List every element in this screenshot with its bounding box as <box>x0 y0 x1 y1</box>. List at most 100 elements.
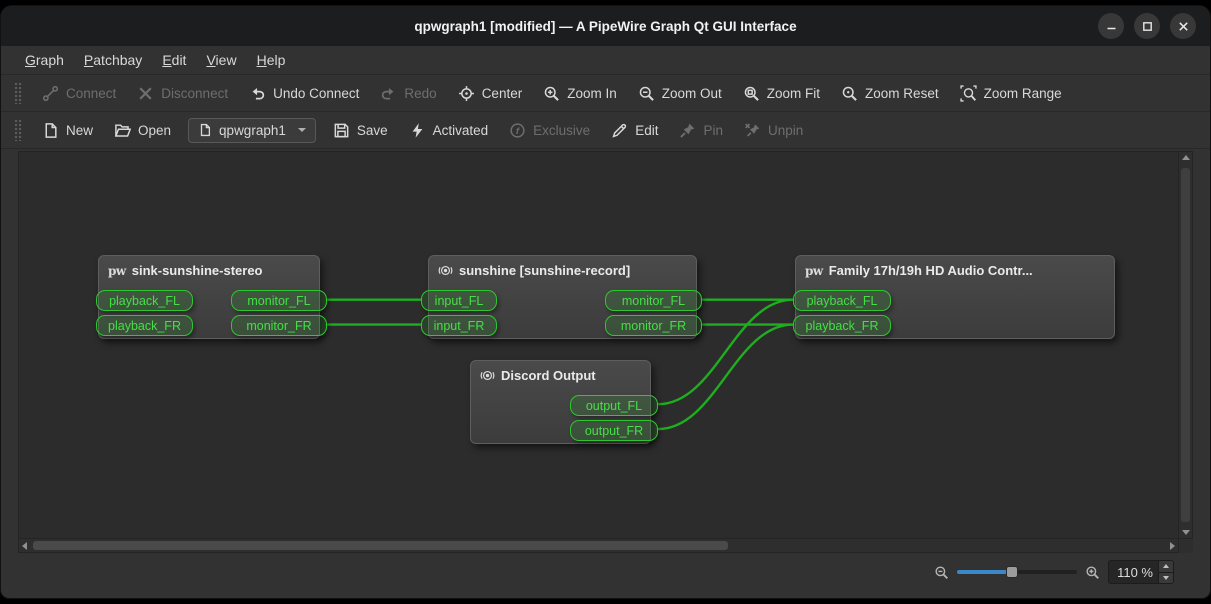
window-title: qpwgraph1 [modified] — A PipeWire Graph … <box>414 19 796 34</box>
pin-label: Pin <box>703 123 723 138</box>
zoom-in-button[interactable]: Zoom In <box>534 80 626 107</box>
save-button[interactable]: Save <box>324 117 397 144</box>
save-icon <box>333 122 350 139</box>
menu-help[interactable]: Help <box>247 48 296 72</box>
scroll-down-arrow-icon[interactable] <box>1182 530 1190 535</box>
port-family-playback-fr[interactable]: playback_FR <box>793 315 891 336</box>
main-content: pw sink-sunshine-stereo sunshine [sunshi… <box>1 149 1210 554</box>
zoom-slider-handle[interactable] <box>1006 566 1018 578</box>
connections-layer <box>19 152 1178 538</box>
pin-icon <box>679 122 696 139</box>
node-title: sunshine [sunshine-record] <box>459 263 630 278</box>
zoom-reset-label: Zoom Reset <box>865 86 939 101</box>
zoom-spin-down-button[interactable] <box>1159 572 1173 584</box>
menu-view[interactable]: View <box>196 48 246 72</box>
node-title: Discord Output <box>501 368 596 383</box>
toolbar-drag-handle[interactable] <box>14 119 23 141</box>
disconnect-icon <box>137 85 154 102</box>
pipewire-icon: pw <box>108 265 126 277</box>
window-minimize-icon <box>1106 21 1117 32</box>
connection-discord-fr-to-family-fr[interactable] <box>658 325 793 429</box>
zoom-range-button[interactable]: Zoom Range <box>951 80 1071 107</box>
open-button[interactable]: Open <box>105 117 180 144</box>
zoom-spin-up-button[interactable] <box>1159 561 1173 572</box>
zoom-in-small-icon <box>1085 565 1100 580</box>
zoom-out-button[interactable]: Zoom Out <box>629 80 731 107</box>
port-sunshine-input-fr[interactable]: input_FR <box>421 315 497 336</box>
redo-label: Redo <box>404 86 436 101</box>
edit-button[interactable]: Edit <box>602 117 667 144</box>
pin-button[interactable]: Pin <box>670 117 732 144</box>
scroll-left-arrow-icon[interactable] <box>22 542 27 550</box>
zoom-spinbox[interactable]: 110 % <box>1108 560 1174 584</box>
svg-text:f: f <box>516 125 520 136</box>
new-file-icon <box>42 122 59 139</box>
chevron-down-icon <box>298 128 306 132</box>
node-title: Family 17h/19h HD Audio Contr... <box>829 263 1033 278</box>
activated-button[interactable]: Activated <box>400 117 498 144</box>
exclusive-button[interactable]: f Exclusive <box>500 117 599 144</box>
window-close-icon <box>1178 21 1189 32</box>
connect-button[interactable]: Connect <box>33 80 125 107</box>
port-sunshine-input-fl[interactable]: input_FL <box>421 290 497 311</box>
node-header: sunshine [sunshine-record] <box>438 263 690 278</box>
node-title: sink-sunshine-stereo <box>132 263 263 278</box>
menu-patchbay[interactable]: Patchbay <box>74 48 152 72</box>
new-button[interactable]: New <box>33 117 102 144</box>
menu-edit[interactable]: Edit <box>152 48 196 72</box>
patchbay-profile-value: qpwgraph1 <box>219 123 286 138</box>
statusbar: 110 % <box>1 554 1210 598</box>
vertical-scrollbar[interactable] <box>1179 151 1193 539</box>
zoom-fit-button[interactable]: Zoom Fit <box>734 80 829 107</box>
port-sink-playback-fl[interactable]: playback_FL <box>96 290 193 311</box>
activated-bolt-icon <box>409 122 426 139</box>
connect-icon <box>42 85 59 102</box>
menu-graph[interactable]: Graph <box>15 48 74 72</box>
spin-down-icon <box>1163 576 1169 580</box>
zoom-slider-fill <box>957 570 1012 574</box>
zoom-value[interactable]: 110 % <box>1109 561 1158 583</box>
redo-button[interactable]: Redo <box>371 80 445 107</box>
unpin-label: Unpin <box>768 123 803 138</box>
window-controls <box>1098 13 1196 39</box>
window-maximize-icon <box>1142 21 1153 32</box>
activated-label: Activated <box>433 123 489 138</box>
minimize-button[interactable] <box>1098 13 1124 39</box>
close-button[interactable] <box>1170 13 1196 39</box>
port-sink-playback-fr[interactable]: playback_FR <box>96 315 193 336</box>
vertical-scroll-track[interactable] <box>1179 160 1192 530</box>
toolbar-drag-handle[interactable] <box>14 82 23 104</box>
node-header: pw Family 17h/19h HD Audio Contr... <box>805 263 1108 278</box>
port-discord-output-fr[interactable]: output_FR <box>570 420 658 441</box>
record-app-icon <box>438 263 453 278</box>
unpin-button[interactable]: Unpin <box>735 117 812 144</box>
open-folder-icon <box>114 122 131 139</box>
unpin-icon <box>744 122 761 139</box>
port-sink-monitor-fl[interactable]: monitor_FL <box>231 290 327 311</box>
disconnect-button[interactable]: Disconnect <box>128 80 237 107</box>
scroll-right-arrow-icon[interactable] <box>1170 542 1175 550</box>
zoom-out-icon <box>638 85 655 102</box>
undo-connect-button[interactable]: Undo Connect <box>240 80 368 107</box>
port-discord-output-fl[interactable]: output_FL <box>570 395 658 416</box>
maximize-button[interactable] <box>1134 13 1160 39</box>
port-sunshine-monitor-fr[interactable]: monitor_FR <box>605 315 702 336</box>
graph-canvas[interactable]: pw sink-sunshine-stereo sunshine [sunshi… <box>18 151 1179 539</box>
exclusive-label: Exclusive <box>533 123 590 138</box>
horizontal-scrollbar[interactable] <box>18 539 1179 553</box>
record-app-icon <box>480 368 495 383</box>
patchbay-toolbar: New Open qpwgraph1 Save Activated <box>1 112 1210 149</box>
vertical-scroll-handle[interactable] <box>1181 168 1190 522</box>
center-button[interactable]: Center <box>449 80 532 107</box>
horizontal-scroll-handle[interactable] <box>33 541 728 550</box>
zoom-range-label: Zoom Range <box>984 86 1062 101</box>
disconnect-label: Disconnect <box>161 86 228 101</box>
port-family-playback-fl[interactable]: playback_FL <box>793 290 891 311</box>
port-sink-monitor-fr[interactable]: monitor_FR <box>231 315 327 336</box>
zoom-reset-button[interactable]: Zoom Reset <box>832 80 948 107</box>
zoom-slider[interactable] <box>957 565 1077 579</box>
patchbay-profile-select[interactable]: qpwgraph1 <box>188 118 316 143</box>
titlebar: qpwgraph1 [modified] — A PipeWire Graph … <box>1 6 1210 46</box>
menubar: Graph Patchbay Edit View Help <box>1 46 1210 75</box>
port-sunshine-monitor-fl[interactable]: monitor_FL <box>605 290 702 311</box>
